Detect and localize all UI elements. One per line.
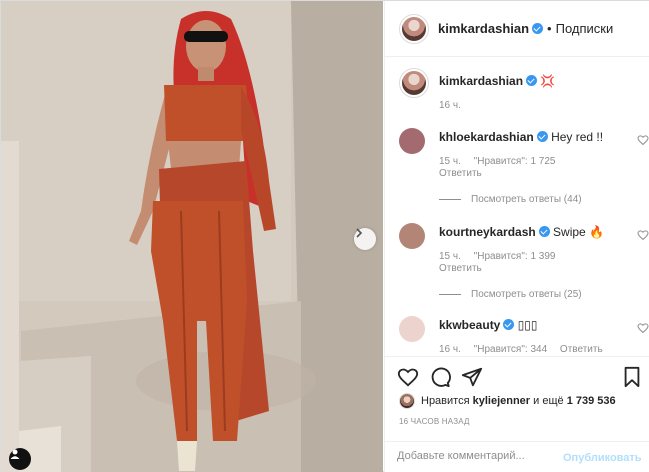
verified-badge-icon [532, 23, 544, 34]
likes-middle: и ещё [533, 395, 564, 407]
post-modal: kimkardashian • Подписки kimkardashian 💢… [0, 0, 649, 472]
heart-icon[interactable] [397, 366, 419, 388]
reply-button[interactable]: Ответить [439, 263, 482, 274]
post-actions [385, 356, 649, 389]
comment-text: Hey red !! [551, 130, 604, 144]
next-photo-button[interactable] [354, 228, 376, 250]
comment-text: ▯▯▯ [517, 318, 538, 332]
add-comment-bar: Опубликовать [385, 441, 649, 472]
verified-badge-icon [503, 319, 515, 330]
photo-illustration [1, 1, 383, 472]
author-avatar[interactable] [399, 13, 429, 44]
liker-username[interactable]: kyliejenner [473, 395, 530, 407]
separator-dot: • [547, 21, 552, 36]
chevron-right-icon [356, 228, 363, 238]
likes-prefix: Нравится [421, 395, 470, 407]
comment-username[interactable]: kourtneykardash [439, 225, 536, 239]
commenter-avatar[interactable] [399, 316, 425, 342]
post-sidebar: kimkardashian • Подписки kimkardashian 💢… [384, 1, 649, 472]
publish-button[interactable]: Опубликовать [563, 452, 642, 464]
comment-username[interactable]: kkwbeauty [439, 318, 500, 332]
bookmark-icon[interactable] [621, 366, 643, 388]
view-replies-label: Посмотреть ответы (44) [471, 194, 582, 205]
likes-summary: Нравится kyliejenner и ещё 1 739 536 [399, 393, 616, 409]
like-comment-heart-icon[interactable] [637, 229, 649, 241]
caption-username[interactable]: kimkardashian [439, 74, 523, 88]
paper-plane-icon[interactable] [461, 366, 483, 388]
comment-bubble-icon[interactable] [429, 366, 451, 388]
comment-input[interactable] [397, 450, 557, 462]
comment-username[interactable]: khloekardashian [439, 130, 534, 144]
caption-time: 16 ч. [439, 100, 461, 111]
like-comment-heart-icon[interactable] [637, 134, 649, 146]
post-timestamp[interactable]: 16 ЧАСОВ НАЗАД [399, 417, 470, 426]
comments-list[interactable]: kimkardashian 💢 16 ч. khloekardashian He… [385, 58, 649, 356]
user-tag-button[interactable] [9, 448, 31, 470]
verified-badge-icon [536, 131, 548, 142]
following-button[interactable]: Подписки [556, 21, 614, 36]
comment-text: Swipe 🔥 [553, 225, 605, 239]
likes-count[interactable]: 1 739 536 [567, 395, 616, 407]
author-username[interactable]: kimkardashian [438, 21, 529, 36]
view-replies-label: Посмотреть ответы (25) [471, 289, 582, 300]
comment-likes[interactable]: "Нравится": 1 399 [474, 251, 556, 262]
user-tag-icon [10, 449, 20, 459]
replies-divider [439, 199, 461, 200]
verified-badge-icon [526, 75, 538, 86]
comment-time: 15 ч. [439, 156, 461, 167]
liker-avatar[interactable] [399, 393, 415, 409]
commenter-avatar[interactable] [399, 223, 425, 249]
post-header: kimkardashian • Подписки [385, 1, 649, 57]
commenter-avatar[interactable] [399, 128, 425, 154]
post-photo[interactable] [1, 1, 383, 472]
like-comment-heart-icon[interactable] [637, 322, 649, 334]
comment-time: 16 ч. [439, 344, 461, 355]
caption-avatar[interactable] [399, 68, 429, 98]
replies-divider [439, 294, 461, 295]
reply-button[interactable]: Ответить [439, 168, 482, 179]
caption-text: 💢 [540, 74, 556, 88]
reply-button[interactable]: Ответить [560, 344, 603, 355]
comment-likes[interactable]: "Нравится": 344 [474, 344, 547, 355]
comment-time: 15 ч. [439, 251, 461, 262]
view-replies-button[interactable]: Посмотреть ответы (44) [439, 194, 582, 205]
comment-likes[interactable]: "Нравится": 1 725 [474, 156, 556, 167]
verified-badge-icon [538, 226, 550, 237]
view-replies-button[interactable]: Посмотреть ответы (25) [439, 289, 582, 300]
